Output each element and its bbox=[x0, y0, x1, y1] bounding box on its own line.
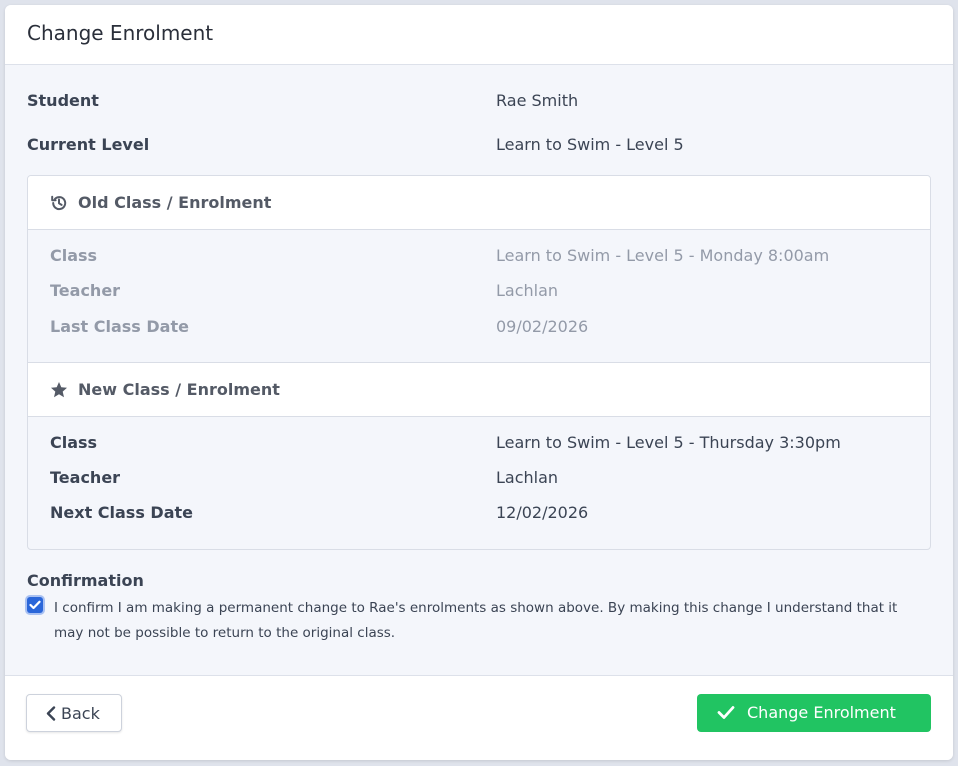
enrolment-comparison-card: Old Class / Enrolment Class Learn to Swi… bbox=[27, 175, 931, 550]
last-class-date-label: Last Class Date bbox=[50, 317, 189, 336]
confirm-checkbox[interactable] bbox=[27, 597, 43, 613]
back-button-label: Back bbox=[61, 704, 100, 723]
new-enrolment-heading: New Class / Enrolment bbox=[78, 380, 280, 399]
chevron-left-icon bbox=[46, 706, 56, 725]
modal-footer: Back Change Enrolment bbox=[5, 675, 953, 760]
current-level-value: Learn to Swim - Level 5 bbox=[496, 135, 684, 154]
checkmark-icon bbox=[29, 600, 41, 610]
student-value: Rae Smith bbox=[496, 91, 579, 110]
history-icon bbox=[50, 194, 68, 212]
modal-title: Change Enrolment bbox=[27, 21, 214, 45]
back-button[interactable]: Back bbox=[26, 694, 122, 732]
check-icon bbox=[717, 705, 735, 724]
new-class-label: Class bbox=[50, 433, 98, 452]
next-class-date-value: 12/02/2026 bbox=[496, 503, 589, 522]
next-class-date-label: Next Class Date bbox=[50, 503, 193, 522]
change-enrolment-button[interactable]: Change Enrolment bbox=[697, 694, 931, 732]
old-class-value: Learn to Swim - Level 5 - Monday 8:00am bbox=[496, 246, 830, 265]
old-teacher-label: Teacher bbox=[50, 281, 121, 300]
change-enrolment-button-label: Change Enrolment bbox=[747, 703, 896, 722]
old-class-label: Class bbox=[50, 246, 98, 265]
old-enrolment-header: Old Class / Enrolment bbox=[28, 176, 930, 230]
new-class-value: Learn to Swim - Level 5 - Thursday 3:30p… bbox=[496, 433, 841, 452]
change-enrolment-modal: Change Enrolment Student Rae Smith Curre… bbox=[5, 5, 953, 760]
old-teacher-value: Lachlan bbox=[496, 281, 559, 300]
new-enrolment-header: New Class / Enrolment bbox=[28, 363, 930, 417]
confirmation-title: Confirmation bbox=[27, 571, 144, 590]
confirmation-text: I confirm I am making a permanent change… bbox=[54, 600, 898, 641]
old-enrolment-heading: Old Class / Enrolment bbox=[78, 193, 272, 212]
star-icon bbox=[50, 381, 68, 399]
current-level-label: Current Level bbox=[27, 135, 150, 154]
student-label: Student bbox=[27, 91, 99, 110]
modal-header: Change Enrolment bbox=[5, 5, 953, 65]
last-class-date-value: 09/02/2026 bbox=[496, 317, 589, 336]
new-teacher-label: Teacher bbox=[50, 468, 121, 487]
new-teacher-value: Lachlan bbox=[496, 468, 559, 487]
